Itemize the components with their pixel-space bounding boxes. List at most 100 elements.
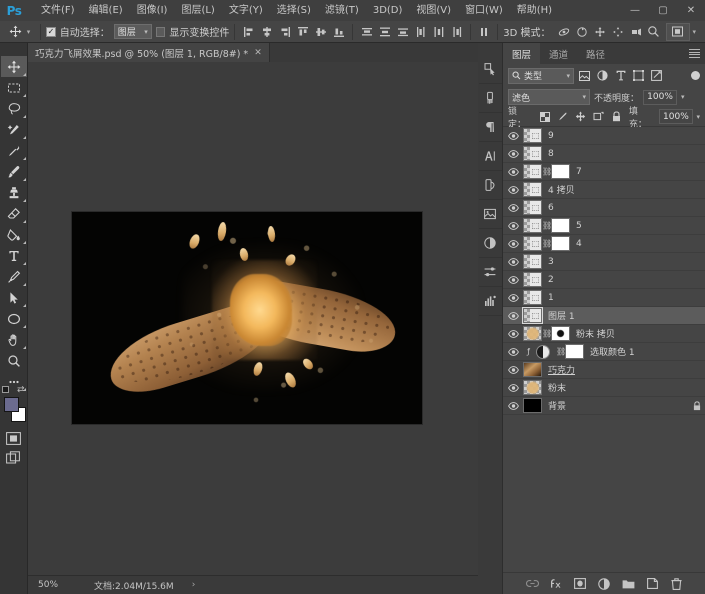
align-options-icon[interactable] bbox=[476, 23, 492, 41]
layer-visibility-icon[interactable] bbox=[503, 235, 523, 253]
roll-3d-icon[interactable] bbox=[574, 23, 591, 41]
paint-bucket-tool[interactable] bbox=[1, 224, 27, 245]
layer-mask-thumbnail[interactable] bbox=[551, 326, 570, 341]
layer-thumbnail[interactable]: ⬚ bbox=[523, 218, 542, 233]
layer-visibility-icon[interactable] bbox=[503, 307, 523, 325]
mask-link-icon[interactable]: ⛓ bbox=[542, 221, 552, 230]
layer-thumbnail[interactable]: ⬚ bbox=[523, 164, 542, 179]
search-icon[interactable] bbox=[645, 23, 662, 41]
filter-kind-dropdown[interactable]: 类型 ▾ bbox=[508, 67, 574, 84]
shape-tool[interactable] bbox=[1, 308, 27, 329]
align-center-vertical-icon[interactable] bbox=[312, 23, 329, 41]
menu-item-7[interactable]: 3D(D) bbox=[366, 2, 410, 19]
opacity-chevron-icon[interactable]: ▾ bbox=[681, 93, 685, 101]
layer-row[interactable]: ⛓ 粉末 拷贝 bbox=[503, 325, 705, 343]
menu-item-9[interactable]: 窗口(W) bbox=[458, 2, 510, 19]
link-layers-icon[interactable] bbox=[525, 577, 539, 590]
menu-item-4[interactable]: 文字(Y) bbox=[222, 2, 270, 19]
layer-mask-thumbnail[interactable] bbox=[551, 236, 570, 251]
workspace-icon[interactable] bbox=[665, 22, 690, 41]
eraser-tool[interactable] bbox=[1, 203, 27, 224]
layer-thumbnail[interactable]: ⬚ bbox=[523, 236, 542, 251]
hand-tool[interactable] bbox=[1, 329, 27, 350]
path-selection-tool[interactable] bbox=[1, 287, 27, 308]
layer-visibility-icon[interactable] bbox=[503, 397, 523, 415]
distribute-left-icon[interactable] bbox=[412, 23, 429, 41]
move-tool-icon[interactable] bbox=[4, 22, 27, 42]
menu-item-8[interactable]: 视图(V) bbox=[409, 2, 458, 19]
menu-item-0[interactable]: 文件(F) bbox=[34, 2, 82, 19]
library-icon[interactable] bbox=[478, 200, 502, 229]
distribute-right-icon[interactable] bbox=[448, 23, 465, 41]
layer-thumbnail[interactable] bbox=[523, 326, 542, 341]
layer-list[interactable]: ⬚ 9 ⬚ 8 ⬚ ⛓ 7 ⬚ 4 拷贝 ⬚ 6 ⬚ ⛓ 5 ⬚ ⛓ 4 ⬚ 3 ⬚ 2 ⬚ 1 ⬚ 图层 1 ⛓ 粉末 拷贝 ƒ ⛓ 选… bbox=[503, 127, 705, 572]
show-transform-checkbox[interactable] bbox=[155, 26, 166, 37]
layer-row[interactable]: ⬚ 图层 1 bbox=[503, 307, 705, 325]
filter-toggle[interactable] bbox=[691, 71, 700, 80]
pixel-filter-icon[interactable] bbox=[577, 68, 592, 83]
type-filter-icon[interactable] bbox=[613, 68, 628, 83]
default-colors-icon[interactable] bbox=[1, 386, 9, 393]
mask-link-icon[interactable]: ⛓ bbox=[542, 167, 552, 176]
layer-thumbnail[interactable]: ⬚ bbox=[523, 200, 542, 215]
new-group-icon[interactable] bbox=[622, 577, 635, 590]
layer-visibility-icon[interactable] bbox=[503, 343, 523, 361]
move-tool[interactable] bbox=[0, 56, 27, 77]
align-center-horizontal-icon[interactable] bbox=[258, 23, 275, 41]
close-button[interactable]: ✕ bbox=[677, 0, 705, 21]
layer-thumbnail[interactable]: ⬚ bbox=[523, 128, 542, 143]
histogram-icon[interactable] bbox=[478, 287, 502, 316]
layer-visibility-icon[interactable] bbox=[503, 253, 523, 271]
panel-tab-0[interactable]: 图层 bbox=[503, 43, 541, 64]
layer-visibility-icon[interactable] bbox=[503, 361, 523, 379]
layer-style-fx-icon[interactable] bbox=[550, 577, 563, 590]
menu-item-10[interactable]: 帮助(H) bbox=[510, 2, 559, 19]
marquee-tool[interactable] bbox=[1, 77, 27, 98]
layer-row[interactable]: 背景 bbox=[503, 397, 705, 415]
3d-select-icon[interactable] bbox=[478, 55, 502, 84]
adjustment-layer-thumbnail[interactable] bbox=[536, 344, 550, 359]
layer-thumbnail[interactable] bbox=[523, 362, 542, 377]
lock-transparent-icon[interactable] bbox=[538, 110, 552, 124]
layer-visibility-icon[interactable] bbox=[503, 181, 523, 199]
minimize-button[interactable]: — bbox=[621, 0, 649, 21]
layer-thumbnail[interactable] bbox=[523, 398, 542, 413]
mask-link-icon[interactable]: ⛓ bbox=[542, 329, 552, 338]
menu-item-2[interactable]: 图像(I) bbox=[130, 2, 175, 19]
layer-row[interactable]: ⬚ 9 bbox=[503, 127, 705, 145]
layer-row[interactable]: ⬚ 2 bbox=[503, 271, 705, 289]
character-icon[interactable] bbox=[478, 142, 502, 171]
new-layer-icon[interactable] bbox=[646, 577, 659, 590]
lasso-tool[interactable] bbox=[1, 98, 27, 119]
align-top-icon[interactable] bbox=[294, 23, 311, 41]
layer-mask-thumbnail[interactable] bbox=[551, 218, 570, 233]
pan-3d-icon[interactable] bbox=[592, 23, 609, 41]
slide-3d-icon[interactable] bbox=[610, 23, 627, 41]
pen-tool[interactable] bbox=[1, 266, 27, 287]
zoom-level[interactable]: 50% bbox=[28, 580, 76, 590]
brush-settings-icon[interactable] bbox=[478, 84, 502, 113]
layer-row[interactable]: ⬚ ⛓ 4 bbox=[503, 235, 705, 253]
lock-all-icon[interactable] bbox=[609, 110, 623, 124]
panel-menu-icon[interactable] bbox=[689, 49, 700, 58]
layer-row[interactable]: ⬚ 3 bbox=[503, 253, 705, 271]
auto-select-dropdown[interactable]: 图层 ▾ bbox=[113, 24, 152, 39]
layer-visibility-icon[interactable] bbox=[503, 289, 523, 307]
layer-row[interactable]: ƒ ⛓ 选取颜色 1 bbox=[503, 343, 705, 361]
distribute-horizontal-center-icon[interactable] bbox=[430, 23, 447, 41]
artboard[interactable] bbox=[72, 212, 422, 424]
auto-select-checkbox[interactable]: ✓ bbox=[46, 26, 56, 37]
properties-icon[interactable] bbox=[478, 258, 502, 287]
add-mask-icon[interactable] bbox=[574, 577, 587, 590]
type-tool[interactable] bbox=[1, 245, 27, 266]
layer-thumbnail[interactable] bbox=[523, 380, 542, 395]
layer-visibility-icon[interactable] bbox=[503, 271, 523, 289]
status-expand-icon[interactable]: › bbox=[174, 580, 196, 590]
workspace-chevron-icon[interactable]: ▾ bbox=[693, 28, 697, 36]
layer-visibility-icon[interactable] bbox=[503, 379, 523, 397]
close-icon[interactable]: ✕ bbox=[254, 48, 262, 58]
panel-tab-2[interactable]: 路径 bbox=[577, 43, 615, 64]
paragraph-icon[interactable] bbox=[478, 113, 502, 142]
layer-row[interactable]: ⬚ ⛓ 5 bbox=[503, 217, 705, 235]
distribute-center-icon[interactable] bbox=[376, 23, 393, 41]
